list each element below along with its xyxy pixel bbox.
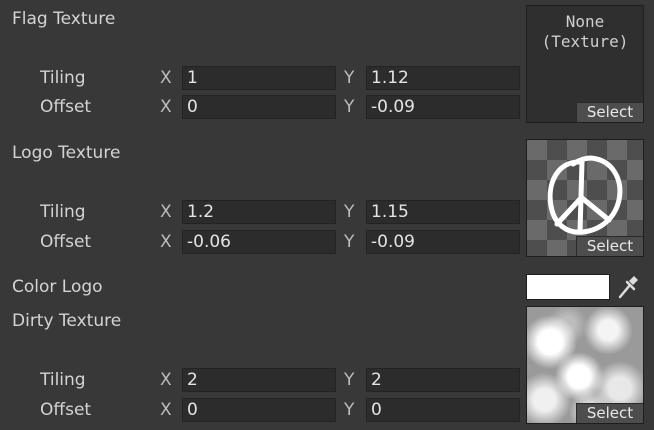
flag-offset-x-field[interactable]: 0 <box>182 95 336 119</box>
flag-tiling-x-label: X <box>160 68 172 88</box>
flag-tiling-y-label: Y <box>344 68 355 88</box>
dirty-tiling-x-field[interactable]: 2 <box>182 368 336 392</box>
flag-tiling-label: Tiling <box>40 68 86 88</box>
logo-tiling-y-field[interactable]: 1.15 <box>366 200 520 224</box>
flag-offset-x-label: X <box>160 97 172 117</box>
flag-texture-label: Flag Texture <box>12 9 116 29</box>
logo-tiling-x-label: X <box>160 202 172 222</box>
dirty-offset-x-field[interactable]: 0 <box>182 398 336 422</box>
none-text-line2: (Texture) <box>541 32 629 51</box>
color-logo-label: Color Logo <box>12 277 103 297</box>
dirty-tiling-label: Tiling <box>40 370 86 390</box>
logo-offset-y-label: Y <box>344 232 355 252</box>
logo-texture-select-button[interactable]: Select <box>576 236 643 256</box>
flag-offset-y-field[interactable]: -0.09 <box>366 95 520 119</box>
logo-offset-x-field[interactable]: -0.06 <box>182 230 336 254</box>
flag-texture-select-button[interactable]: Select <box>576 102 643 122</box>
logo-tiling-x-field[interactable]: 1.2 <box>182 200 336 224</box>
dirty-offset-x-label: X <box>160 400 172 420</box>
eyedropper-icon[interactable] <box>614 273 640 301</box>
dirty-tiling-x-label: X <box>160 370 172 390</box>
flag-tiling-y-field[interactable]: 1.12 <box>366 66 520 90</box>
dirty-tiling-y-label: Y <box>344 370 355 390</box>
dirty-texture-label: Dirty Texture <box>12 311 122 331</box>
flag-texture-slot[interactable]: None (Texture) Select <box>526 5 644 123</box>
color-logo-swatch[interactable] <box>526 274 610 300</box>
logo-offset-label: Offset <box>40 232 92 252</box>
logo-tiling-y-label: Y <box>344 202 355 222</box>
logo-texture-slot[interactable]: Select <box>526 139 644 257</box>
logo-texture-label: Logo Texture <box>12 143 121 163</box>
logo-offset-x-label: X <box>160 232 172 252</box>
dirty-texture-slot[interactable]: Select <box>526 306 644 424</box>
logo-tiling-label: Tiling <box>40 202 86 222</box>
dirty-offset-y-field[interactable]: 0 <box>366 398 520 422</box>
dirty-texture-select-button[interactable]: Select <box>576 403 643 423</box>
dirty-tiling-y-field[interactable]: 2 <box>366 368 520 392</box>
flag-texture-none-text: None (Texture) <box>527 12 643 52</box>
flag-tiling-x-field[interactable]: 1 <box>182 66 336 90</box>
flag-offset-label: Offset <box>40 97 92 117</box>
logo-offset-y-field[interactable]: -0.09 <box>366 230 520 254</box>
dirty-offset-label: Offset <box>40 400 92 420</box>
none-text-line1: None <box>565 12 605 31</box>
flag-offset-y-label: Y <box>344 97 355 117</box>
dirty-offset-y-label: Y <box>344 400 355 420</box>
